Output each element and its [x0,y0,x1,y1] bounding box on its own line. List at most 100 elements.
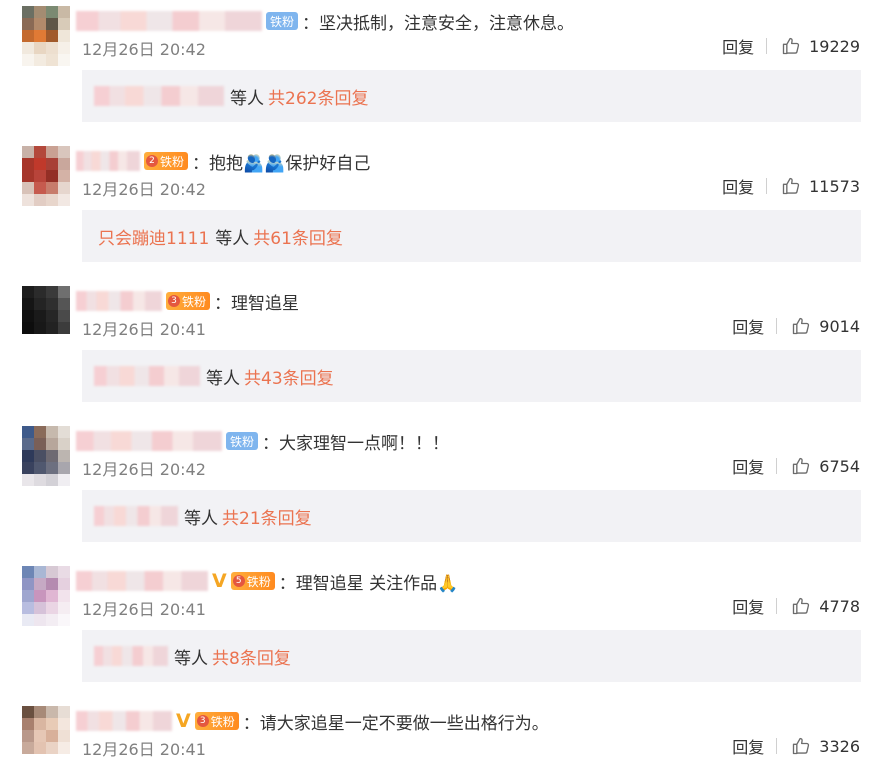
reply-button[interactable]: 回复 [732,734,764,758]
avatar-pixel [34,718,46,730]
avatar-pixel [22,298,34,310]
username-blurred[interactable] [76,711,172,731]
colon: ： [242,713,260,734]
thumbs-up-icon [793,457,810,475]
username-blurred[interactable] [76,151,140,171]
comment-actions: 回复 9014 [732,314,860,338]
fan-badge[interactable]: 3 铁粉 [166,292,211,310]
avatar-pixel [46,170,58,182]
comment-time: 12月26日 20:42 [82,460,206,479]
avatar-pixel [58,42,70,54]
replies-etc-label: 等人 [215,228,250,249]
fan-badge[interactable]: 铁粉 [266,12,299,30]
thumbs-up-icon [782,177,800,195]
avatar-pixel [58,566,70,578]
avatar-pixel [34,30,46,42]
thumbs-up-icon [793,597,810,615]
avatar-pixel [46,730,58,742]
replies-etc-label: 等人 [206,368,240,389]
avatar-pixel [22,742,34,754]
avatar-pixel [34,426,46,438]
avatar-pixel [34,730,46,742]
reply-button[interactable]: 回复 [732,314,764,338]
avatar-pixel [22,30,34,42]
like-button[interactable]: 11573 [781,176,860,196]
avatar[interactable] [22,6,70,66]
avatar-pixel [58,146,70,158]
view-all-replies-link[interactable]: 共262条回复 [268,84,368,109]
avatar-pixel [22,438,34,450]
colon: ： [192,153,210,174]
username-blurred[interactable] [76,431,222,451]
avatar-pixel [34,310,46,322]
avatar-pixel [58,298,70,310]
avatar-pixel [58,450,70,462]
avatar-pixel [58,614,70,626]
reply-button[interactable]: 回复 [722,174,754,198]
avatar-pixel [58,474,70,486]
view-all-replies-link[interactable]: 共8条回复 [212,644,291,669]
fan-badge-label: 铁粉 [160,154,185,169]
sub-replies-bar[interactable]: 等人 共262条回复 [82,70,861,122]
avatar[interactable] [22,146,70,206]
avatar[interactable] [22,426,70,486]
fan-badge[interactable]: 5 铁粉 [230,572,275,590]
username-blurred[interactable] [76,11,262,31]
avatar[interactable] [22,286,70,346]
avatar-pixel [34,450,46,462]
sub-replies-bar[interactable]: 只会蹦迪1111 等人 共61条回复 [82,210,861,262]
like-button[interactable]: 6754 [791,456,860,476]
like-button[interactable]: 19229 [781,36,860,56]
avatar-pixel [22,322,34,334]
avatar-pixel [46,450,58,462]
colon: ： [302,13,320,34]
reply-button[interactable]: 回复 [722,34,754,58]
sub-replies-bar[interactable]: 等人 共43条回复 [82,350,861,402]
avatar-pixel [58,718,70,730]
avatar[interactable] [22,566,70,626]
avatar-pixel [34,754,46,766]
replier-nickname[interactable]: 只会蹦迪1111 [98,224,209,249]
avatar-pixel [58,18,70,30]
username-blurred[interactable] [76,571,208,591]
avatar-pixel [58,286,70,298]
fan-badge[interactable]: 3 铁粉 [194,712,239,730]
avatar-pixel [46,194,58,206]
like-button[interactable]: 4778 [791,596,860,616]
sub-replies-bar[interactable]: 等人 共8条回复 [82,630,861,682]
fan-badge[interactable]: 铁粉 [226,432,259,450]
avatar-pixel [22,602,34,614]
colon: ： [278,573,296,594]
avatar-pixel [58,742,70,754]
avatar-pixel [46,6,58,18]
avatar-pixel [46,286,58,298]
avatar-pixel [58,182,70,194]
sub-replies-bar[interactable]: 等人 共21条回复 [82,490,861,542]
avatar-pixel [34,286,46,298]
comment-header: 铁粉 ： 坚决抵制，注意安全，注意休息。 [76,8,574,34]
replier-names-blurred [94,86,224,106]
like-count: 3326 [819,736,860,756]
avatar-pixel [22,578,34,590]
like-button[interactable]: 9014 [791,316,860,336]
comment-actions: 回复 11573 [722,174,860,198]
view-all-replies-link[interactable]: 共21条回复 [222,504,312,529]
reply-button[interactable]: 回复 [732,594,764,618]
fan-badge-label: 铁粉 [270,14,295,29]
fan-badge[interactable]: 2 铁粉 [144,152,189,170]
comment-text: 理智追星 关注作品🙏 [295,573,459,594]
avatar-pixel [22,18,34,30]
avatar[interactable] [22,706,70,766]
divider [766,178,768,194]
reply-button[interactable]: 回复 [732,454,764,478]
avatar-pixel [58,30,70,42]
view-all-replies-link[interactable]: 共43条回复 [244,364,334,389]
avatar-pixel [22,566,34,578]
like-button[interactable]: 3326 [791,736,860,756]
avatar-pixel [46,146,58,158]
username-blurred[interactable] [76,291,162,311]
view-all-replies-link[interactable]: 共61条回复 [253,224,343,249]
avatar-pixel [58,334,70,346]
avatar-pixel [22,158,34,170]
avatar-pixel [58,730,70,742]
